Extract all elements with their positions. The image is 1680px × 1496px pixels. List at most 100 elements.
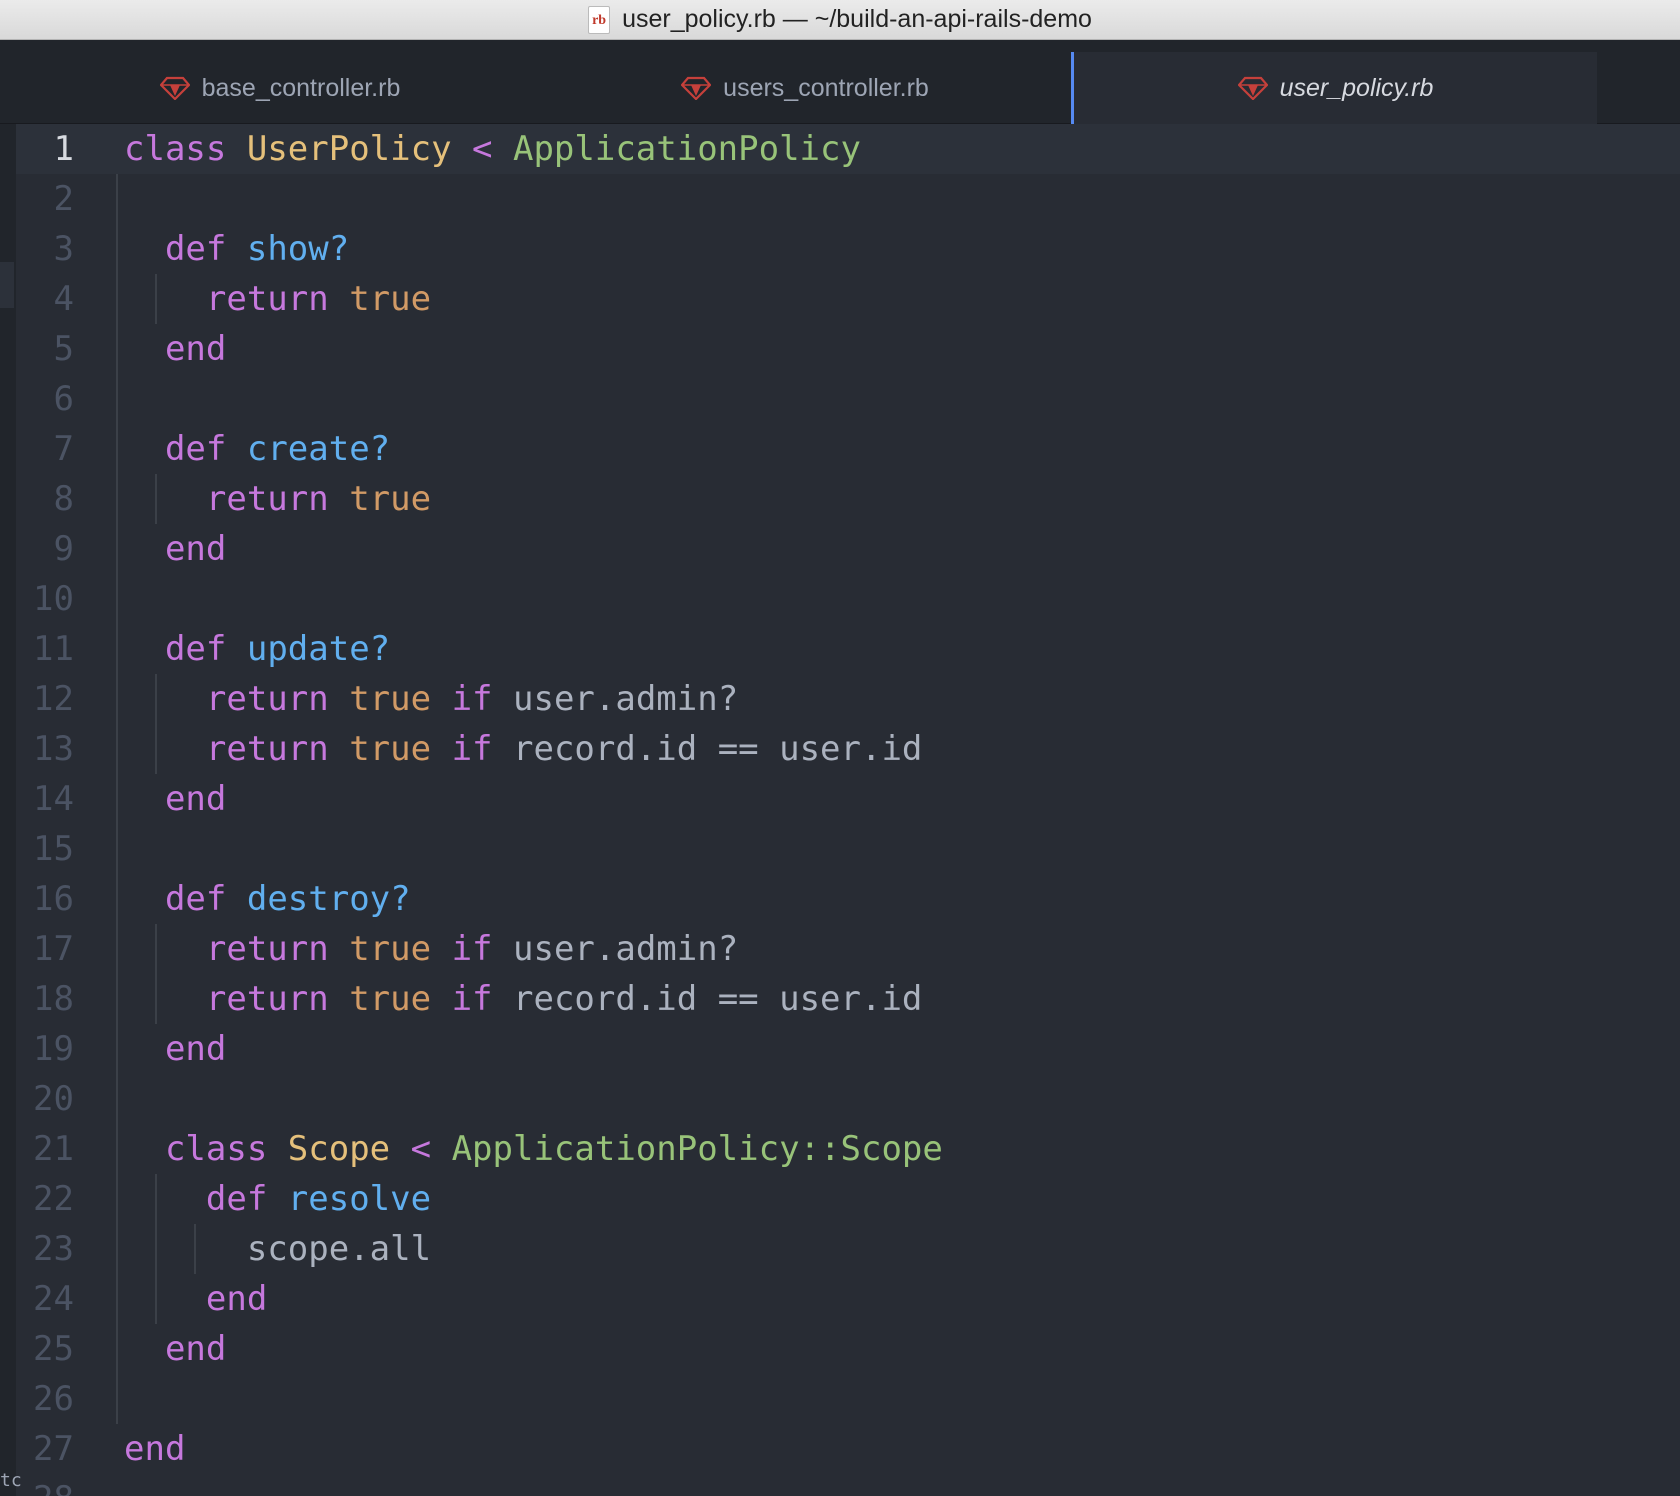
code-line[interactable]: 24 end xyxy=(16,1274,1680,1324)
code-line[interactable]: 9 end xyxy=(16,524,1680,574)
tab-users-controller[interactable]: users_controller.rb xyxy=(540,52,1070,124)
code-token: end xyxy=(164,329,227,369)
code-line[interactable]: 10 xyxy=(16,574,1680,624)
code-text: end xyxy=(124,1024,226,1074)
code-line[interactable]: 12 return true if user.admin? xyxy=(16,674,1680,724)
code-line[interactable]: 7 def create? xyxy=(16,424,1680,474)
code-line[interactable]: 20 xyxy=(16,1074,1680,1124)
code-line[interactable]: 28 xyxy=(16,1474,1680,1496)
line-number: 12 xyxy=(33,679,74,719)
code-token: user.admin? xyxy=(492,679,739,719)
line-number: 24 xyxy=(33,1279,74,1319)
code-token: return xyxy=(205,729,329,769)
code-text: return true if user.admin? xyxy=(124,674,738,724)
code-text: end xyxy=(124,1424,185,1474)
line-number: 3 xyxy=(53,229,74,269)
code-line[interactable]: 18 return true if record.id == user.id xyxy=(16,974,1680,1024)
code-token: return xyxy=(205,979,329,1019)
tab-bar: base_controller.rb users_controller.rb u… xyxy=(0,40,1680,124)
line-number: 20 xyxy=(33,1079,74,1119)
code-lines[interactable]: 1 class UserPolicy < ApplicationPolicy 2 3 … xyxy=(16,124,1680,1496)
code-token: < xyxy=(451,129,513,169)
code-line[interactable]: 5 end xyxy=(16,324,1680,374)
code-text: return true if record.id == user.id xyxy=(124,974,923,1024)
code-token: end xyxy=(164,1029,227,1069)
indent-guide xyxy=(116,624,118,674)
code-token: record.id == user.id xyxy=(492,729,923,769)
code-line[interactable]: 17 return true if user.admin? xyxy=(16,924,1680,974)
ruby-gem-icon xyxy=(159,76,190,100)
line-number: 14 xyxy=(33,779,74,819)
code-text: def create? xyxy=(124,424,390,474)
line-number: 21 xyxy=(33,1129,74,1169)
line-number: 26 xyxy=(33,1379,74,1419)
code-text: def destroy? xyxy=(124,874,411,924)
indent-guide xyxy=(116,1024,118,1074)
code-line[interactable]: 16 def destroy? xyxy=(16,874,1680,924)
line-number: 27 xyxy=(33,1429,74,1469)
code-line[interactable]: 23 scope.all xyxy=(16,1224,1680,1274)
indent-guide xyxy=(116,824,118,874)
code-line[interactable]: 27 end xyxy=(16,1424,1680,1474)
code-token: resolve xyxy=(287,1179,432,1219)
code-token: true xyxy=(349,679,432,719)
line-number: 1 xyxy=(53,129,74,169)
code-line[interactable]: 22 def resolve xyxy=(16,1174,1680,1224)
code-text: return true if user.admin? xyxy=(124,924,738,974)
code-text: scope.all xyxy=(124,1224,431,1274)
indent-guide xyxy=(116,1074,118,1124)
indent-guide xyxy=(116,974,118,1024)
ruby-gem-icon xyxy=(1237,76,1268,100)
code-line[interactable]: 14 end xyxy=(16,774,1680,824)
code-line[interactable]: 6 xyxy=(16,374,1680,424)
code-token: if xyxy=(451,979,493,1019)
code-line[interactable]: 3 def show? xyxy=(16,224,1680,274)
code-line[interactable]: 19 end xyxy=(16,1024,1680,1074)
code-token: ApplicationPolicy xyxy=(512,129,861,169)
line-number: 19 xyxy=(33,1029,74,1069)
code-token: show? xyxy=(246,229,350,269)
code-text: return true xyxy=(124,274,431,324)
code-line[interactable]: 13 return true if record.id == user.id xyxy=(16,724,1680,774)
code-line[interactable]: 8 return true xyxy=(16,474,1680,524)
code-text: def update? xyxy=(124,624,390,674)
code-token: if xyxy=(451,929,493,969)
code-token: user.admin? xyxy=(492,929,739,969)
code-line[interactable]: 1 class UserPolicy < ApplicationPolicy xyxy=(16,124,1680,174)
code-line[interactable]: 26 xyxy=(16,1374,1680,1424)
code-text: end xyxy=(124,524,226,574)
tab-user-policy[interactable]: user_policy.rb xyxy=(1071,52,1597,124)
code-text: def show? xyxy=(124,224,349,274)
code-text: end xyxy=(124,1274,267,1324)
code-line[interactable]: 21 class Scope < ApplicationPolicy::Scop… xyxy=(16,1124,1680,1174)
tab-base-controller[interactable]: base_controller.rb xyxy=(20,52,540,124)
line-number: 25 xyxy=(33,1329,74,1369)
indent-guide xyxy=(116,524,118,574)
code-line[interactable]: 15 xyxy=(16,824,1680,874)
code-token: ApplicationPolicy::Scope xyxy=(451,1129,943,1169)
code-line[interactable]: 11 def update? xyxy=(16,624,1680,674)
panel-marker xyxy=(0,262,14,308)
code-line[interactable]: 25 end xyxy=(16,1324,1680,1374)
code-line[interactable]: 2 xyxy=(16,174,1680,224)
code-line[interactable]: 4 return true xyxy=(16,274,1680,324)
code-editor[interactable]: tc 1 class UserPolicy < ApplicationPolicy… xyxy=(0,124,1680,1496)
line-number: 7 xyxy=(53,429,74,469)
code-text: end xyxy=(124,324,226,374)
code-token: def xyxy=(205,1179,268,1219)
